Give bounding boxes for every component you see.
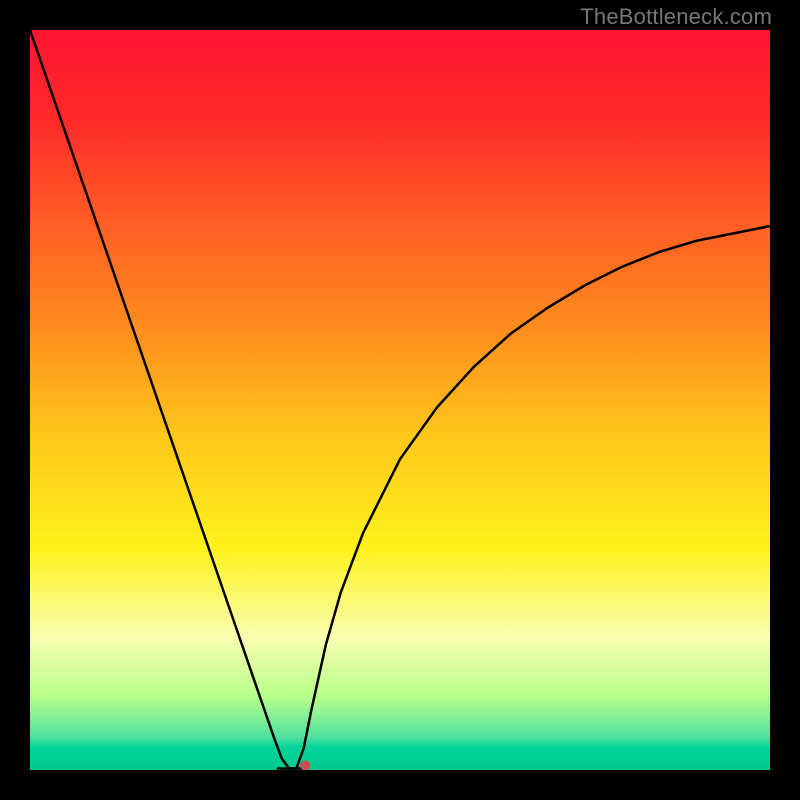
- chart-background: [30, 30, 770, 770]
- bottleneck-chart: [30, 30, 770, 770]
- chart-frame: TheBottleneck.com: [0, 0, 800, 800]
- watermark-text: TheBottleneck.com: [580, 4, 772, 30]
